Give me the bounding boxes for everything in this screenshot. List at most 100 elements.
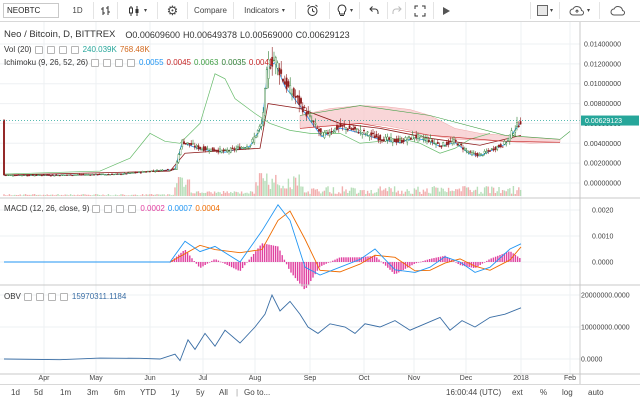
range-3m[interactable]: 3m: [87, 388, 98, 397]
macd-histogram-bar: [279, 250, 281, 262]
candle-body: [366, 131, 369, 133]
volume-bar: [77, 194, 79, 196]
gear-icon[interactable]: [103, 58, 112, 67]
undo-button[interactable]: [360, 2, 388, 19]
layout-button[interactable]: ▾: [530, 2, 560, 19]
volume-bar: [87, 194, 90, 196]
volume-bar: [431, 187, 434, 196]
chart-canvas[interactable]: 0.01400000 0.01200000 0.01000000 0.00800000…: [0, 22, 640, 384]
macd-histogram-bar: [213, 259, 215, 262]
auto-scale-toggle[interactable]: auto: [588, 388, 604, 397]
eye-icon[interactable]: [91, 58, 100, 67]
volume-bar: [316, 189, 318, 196]
cloud-icon: [610, 5, 626, 16]
gear-icon[interactable]: [104, 204, 113, 213]
log-toggle[interactable]: log: [562, 388, 573, 397]
volume-bar: [177, 177, 180, 196]
cloud-save-button[interactable]: ▾: [560, 2, 600, 19]
close-icon[interactable]: [58, 45, 67, 54]
candle-body: [37, 174, 40, 176]
redo-icon: [391, 5, 403, 16]
macd-histogram-bar: [237, 262, 239, 271]
range-ytd[interactable]: YTD: [140, 388, 156, 397]
volume-bar: [356, 193, 358, 196]
eye-icon[interactable]: [34, 45, 43, 54]
candle-body: [177, 154, 180, 163]
candle-body: [229, 147, 232, 153]
interval-select[interactable]: 1D: [62, 2, 94, 19]
volume-bar: [242, 193, 245, 196]
range-1m[interactable]: 1m: [60, 388, 71, 397]
lightbulb-icon: [336, 4, 348, 17]
redo-button[interactable]: [388, 2, 406, 19]
percent-toggle[interactable]: %: [540, 388, 547, 397]
gear-icon[interactable]: [46, 45, 55, 54]
chart-area[interactable]: 0.01400000 0.01200000 0.01000000 0.00800000…: [0, 22, 640, 384]
macd-histogram-bar: [488, 259, 490, 262]
macd-histogram-bar: [389, 262, 391, 270]
more-icon[interactable]: [127, 58, 136, 67]
volume-bar: [280, 188, 282, 196]
candle-body: [296, 95, 299, 98]
volume-bar: [255, 182, 257, 196]
range-1d[interactable]: 1d: [11, 388, 20, 397]
macd-histogram-bar: [182, 251, 184, 262]
volume-bar: [132, 194, 135, 196]
bar-style-button[interactable]: [94, 2, 118, 19]
candle-body: [471, 152, 473, 156]
macd-histogram-bar: [376, 257, 378, 262]
candle-body: [258, 126, 261, 129]
candle-body: [46, 174, 49, 176]
symbol-search-input[interactable]: [3, 3, 59, 18]
macd-histogram-bar: [299, 262, 301, 284]
volume-bar: [42, 194, 45, 196]
gear-icon[interactable]: [35, 292, 44, 301]
volume-bar: [41, 195, 43, 196]
indicators-button[interactable]: Indicators ▾: [234, 2, 296, 19]
more-icon[interactable]: [70, 45, 79, 54]
range-6m[interactable]: 6m: [114, 388, 125, 397]
ichimoku-value-3: 0.0063: [193, 58, 219, 67]
eye-icon[interactable]: [23, 292, 32, 301]
macd-histogram-bar: [178, 254, 180, 262]
more-icon[interactable]: [59, 292, 68, 301]
macd-histogram-bar: [334, 259, 336, 262]
fullscreen-button[interactable]: [406, 2, 434, 19]
goto-button[interactable]: Go to...: [244, 388, 270, 397]
candle-body: [345, 127, 347, 130]
volume-bar: [402, 193, 405, 196]
macd-histogram-bar: [226, 262, 228, 265]
ideas-button[interactable]: ▾: [330, 2, 360, 19]
settings-button[interactable]: ⚙: [158, 2, 188, 19]
macd-histogram-bar: [310, 262, 312, 282]
macd-histogram-bar: [323, 262, 325, 265]
volume-bar: [456, 189, 459, 196]
snapshot-button[interactable]: [600, 2, 636, 19]
volume-bar: [32, 194, 34, 196]
volume-bar: [339, 193, 342, 196]
range-5y[interactable]: 5y: [196, 388, 204, 397]
volume-bar: [271, 178, 273, 196]
extended-hours-toggle[interactable]: ext: [512, 388, 523, 397]
macd-histogram-bar: [215, 259, 217, 262]
price-axis-tick: 0.01200000: [584, 61, 621, 68]
more-icon[interactable]: [128, 204, 137, 213]
volume-bar: [420, 193, 423, 196]
range-5d[interactable]: 5d: [34, 388, 43, 397]
volume-bar: [145, 194, 147, 196]
range-1y[interactable]: 1y: [171, 388, 179, 397]
publish-button[interactable]: [434, 2, 458, 19]
range-all[interactable]: All: [219, 388, 228, 397]
time-axis-label: May: [89, 375, 103, 382]
close-icon[interactable]: [115, 58, 124, 67]
close-icon[interactable]: [116, 204, 125, 213]
compare-button[interactable]: Compare: [188, 2, 234, 19]
close-icon[interactable]: [47, 292, 56, 301]
eye-icon[interactable]: [92, 204, 101, 213]
macd-histogram-bar: [356, 257, 358, 262]
alert-button[interactable]: [296, 2, 330, 19]
macd-line-value: 0.0007: [167, 204, 193, 213]
macd-histogram-bar: [202, 262, 204, 267]
volume-bar: [109, 195, 111, 196]
chart-type-button[interactable]: ▾: [118, 2, 158, 19]
